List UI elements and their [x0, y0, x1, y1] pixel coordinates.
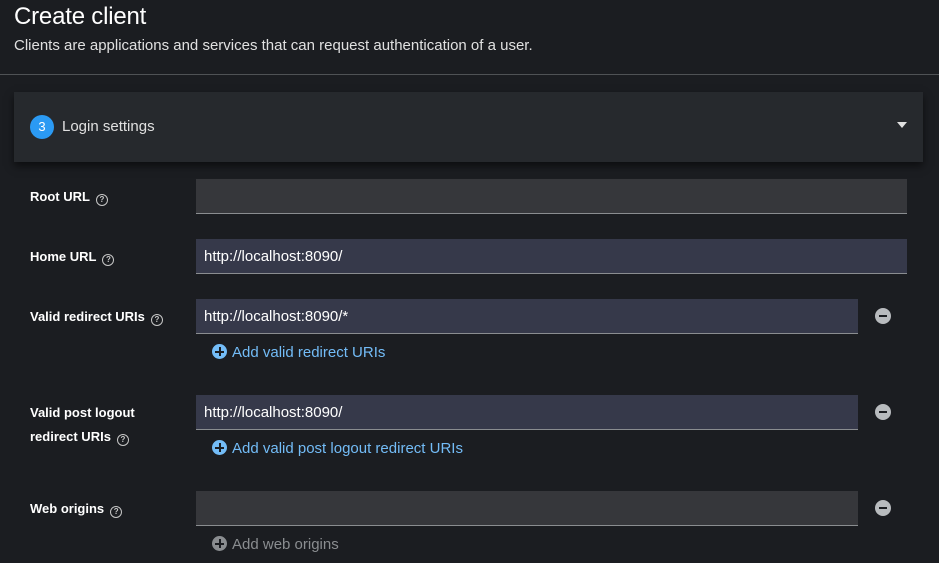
valid-post-logout-label-line2: redirect URIs [30, 429, 111, 444]
home-url-input[interactable] [196, 239, 907, 274]
minus-circle-icon[interactable] [875, 404, 891, 420]
web-origins-label-text: Web origins [30, 501, 105, 516]
add-web-origins-link[interactable]: Add web origins [212, 536, 339, 553]
help-icon[interactable]: ? [110, 506, 123, 518]
step-label: Login settings [62, 118, 155, 135]
valid-post-logout-label-line1: Valid post logout [30, 405, 135, 420]
home-url-label: Home URL? [30, 245, 115, 269]
create-client-page: Create client Clients are applications a… [0, 0, 939, 563]
step-number-badge: 3 [30, 115, 54, 139]
add-valid-post-logout-uris-link[interactable]: Add valid post logout redirect URIs [212, 440, 463, 457]
valid-redirect-uri-input[interactable] [196, 299, 858, 334]
valid-post-logout-uri-input[interactable] [196, 395, 858, 430]
root-url-input[interactable] [196, 179, 907, 214]
add-valid-redirect-uris-label: Add valid redirect URIs [232, 344, 386, 361]
plus-circle-icon [212, 536, 227, 551]
caret-down-icon[interactable] [897, 122, 907, 128]
help-icon[interactable]: ? [150, 314, 163, 326]
help-icon[interactable]: ? [95, 194, 108, 206]
help-icon[interactable]: ? [102, 254, 115, 266]
root-url-label: Root URL? [30, 185, 108, 209]
add-valid-redirect-uris-link[interactable]: Add valid redirect URIs [212, 344, 385, 361]
page-title: Create client [14, 3, 147, 30]
web-origins-label: Web origins? [30, 497, 123, 521]
page-subtitle: Clients are applications and services th… [14, 37, 533, 54]
minus-circle-icon[interactable] [875, 308, 891, 324]
add-valid-post-logout-uris-label: Add valid post logout redirect URIs [232, 440, 463, 457]
home-url-label-text: Home URL [30, 249, 97, 264]
page-header: Create client Clients are applications a… [0, 0, 939, 75]
web-origin-input[interactable] [196, 491, 858, 526]
valid-redirect-uris-label: Valid redirect URIs? [30, 305, 163, 329]
help-icon[interactable]: ? [116, 434, 129, 446]
plus-circle-icon [212, 440, 227, 455]
login-settings-step-header[interactable]: 3 Login settings [14, 92, 923, 162]
minus-circle-icon[interactable] [875, 500, 891, 516]
root-url-label-text: Root URL [30, 189, 90, 204]
plus-circle-icon [212, 344, 227, 359]
valid-redirect-uris-label-text: Valid redirect URIs [30, 309, 145, 324]
add-web-origins-label: Add web origins [232, 536, 339, 553]
valid-post-logout-label: Valid post logout redirect URIs? [30, 401, 135, 449]
